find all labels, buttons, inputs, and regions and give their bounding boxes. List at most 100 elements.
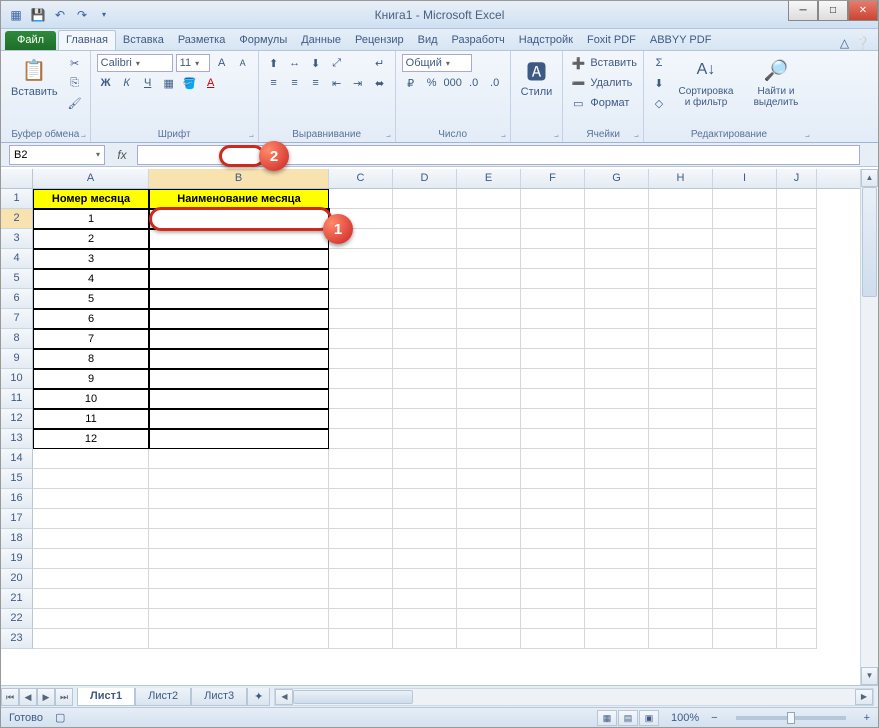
cell[interactable] (149, 589, 329, 609)
zoom-value[interactable]: 100% (671, 712, 699, 724)
cell[interactable] (585, 449, 649, 469)
cell[interactable] (521, 389, 585, 409)
cell[interactable] (393, 589, 457, 609)
cell[interactable] (149, 209, 329, 229)
cell[interactable] (521, 329, 585, 349)
cell[interactable] (457, 509, 521, 529)
border-icon[interactable]: ▦ (160, 74, 178, 92)
cell[interactable] (713, 269, 777, 289)
scroll-down-button[interactable]: ▼ (861, 667, 878, 685)
cell[interactable] (521, 569, 585, 589)
cell[interactable] (393, 609, 457, 629)
row-header[interactable]: 6 (1, 289, 33, 309)
cell[interactable] (521, 509, 585, 529)
cell[interactable] (777, 349, 817, 369)
scroll-left-button[interactable]: ◀ (275, 689, 293, 705)
cell[interactable] (149, 269, 329, 289)
cell[interactable] (713, 409, 777, 429)
align-center-icon[interactable]: ≡ (286, 74, 304, 92)
row-header[interactable]: 21 (1, 589, 33, 609)
cell[interactable] (777, 589, 817, 609)
cell[interactable] (649, 569, 713, 589)
cell[interactable] (33, 569, 149, 589)
vertical-scrollbar[interactable]: ▲ ▼ (860, 169, 878, 685)
cell[interactable] (149, 509, 329, 529)
cell[interactable] (521, 189, 585, 209)
tab-foxit[interactable]: Foxit PDF (580, 31, 643, 50)
cell[interactable] (457, 629, 521, 649)
cell[interactable] (149, 349, 329, 369)
clear-icon[interactable]: ◇ (650, 94, 668, 112)
cell[interactable] (329, 329, 393, 349)
fill-icon[interactable]: ⬇ (650, 74, 668, 92)
cell[interactable] (393, 409, 457, 429)
cell[interactable] (393, 289, 457, 309)
cell[interactable]: 10 (33, 389, 149, 409)
cell[interactable] (329, 289, 393, 309)
col-header-a[interactable]: A (33, 169, 149, 188)
cell[interactable]: 5 (33, 289, 149, 309)
cell[interactable] (649, 509, 713, 529)
cell[interactable]: Номер месяца (33, 189, 149, 209)
cell[interactable] (713, 509, 777, 529)
cell[interactable] (521, 229, 585, 249)
cell[interactable] (393, 349, 457, 369)
cell[interactable] (329, 389, 393, 409)
delete-cells-icon[interactable]: ➖ (569, 74, 587, 92)
cell[interactable] (585, 289, 649, 309)
tab-addins[interactable]: Надстройк (512, 31, 580, 50)
cell[interactable]: 4 (33, 269, 149, 289)
cell[interactable] (713, 289, 777, 309)
cell[interactable] (33, 609, 149, 629)
cell[interactable] (457, 349, 521, 369)
cell[interactable] (457, 569, 521, 589)
cell[interactable] (329, 249, 393, 269)
cell[interactable] (393, 209, 457, 229)
row-header[interactable]: 4 (1, 249, 33, 269)
row-header[interactable]: 23 (1, 629, 33, 649)
cell[interactable] (33, 509, 149, 529)
cell[interactable] (329, 569, 393, 589)
macro-record-icon[interactable]: ▢ (55, 711, 65, 724)
cell[interactable] (777, 389, 817, 409)
cell[interactable] (585, 189, 649, 209)
insert-cells-label[interactable]: Вставить (590, 57, 637, 69)
cell[interactable] (149, 369, 329, 389)
cell[interactable] (521, 409, 585, 429)
italic-icon[interactable]: К (118, 74, 136, 92)
cell[interactable] (521, 549, 585, 569)
cell[interactable] (33, 549, 149, 569)
cell[interactable] (713, 189, 777, 209)
minimize-button[interactable]: ─ (788, 1, 818, 21)
cell[interactable] (329, 349, 393, 369)
name-box[interactable]: B2 ▾ (9, 145, 105, 165)
cell[interactable] (585, 329, 649, 349)
col-header-f[interactable]: F (521, 169, 585, 188)
cell[interactable] (393, 249, 457, 269)
cell[interactable] (585, 269, 649, 289)
row-header[interactable]: 15 (1, 469, 33, 489)
cell[interactable] (149, 469, 329, 489)
cell[interactable] (521, 429, 585, 449)
undo-icon[interactable]: ↶ (51, 6, 69, 24)
tab-view[interactable]: Вид (411, 31, 445, 50)
sort-filter-button[interactable]: A↓ Сортировка и фильтр (672, 54, 740, 110)
tab-file[interactable]: Файл (5, 31, 56, 50)
cell[interactable] (457, 289, 521, 309)
cell[interactable] (649, 589, 713, 609)
cell[interactable] (649, 549, 713, 569)
cell[interactable] (149, 409, 329, 429)
cell[interactable] (457, 229, 521, 249)
scroll-up-button[interactable]: ▲ (861, 169, 878, 187)
cell[interactable] (521, 589, 585, 609)
cell[interactable] (777, 369, 817, 389)
row-header[interactable]: 8 (1, 329, 33, 349)
row-header[interactable]: 11 (1, 389, 33, 409)
cell[interactable] (457, 329, 521, 349)
sheet-tab-2[interactable]: Лист2 (135, 688, 191, 706)
cell[interactable] (393, 489, 457, 509)
row-header[interactable]: 2 (1, 209, 33, 229)
worksheet-grid[interactable]: A B C D E F G H I J 1Номер месяцаНаимено… (1, 169, 860, 685)
tab-developer[interactable]: Разработч (445, 31, 512, 50)
cell[interactable]: 11 (33, 409, 149, 429)
